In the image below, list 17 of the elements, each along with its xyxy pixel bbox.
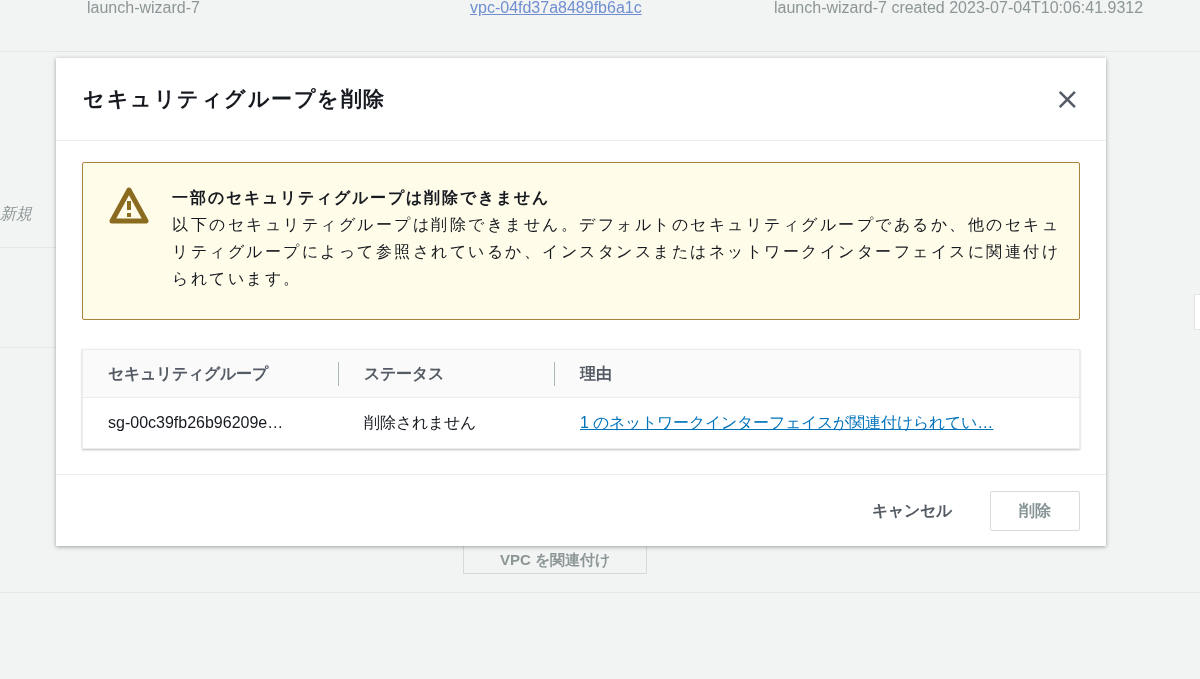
associate-vpc-button[interactable]: VPC を関連付け <box>463 546 647 574</box>
table-cell-text: launch-wizard-7 created 2023-07-04T10:06:41.9312 <box>774 0 1144 18</box>
table-cell: 削除されません <box>364 414 476 431</box>
cancel-button[interactable]: キャンセル <box>856 490 968 531</box>
reason-link[interactable]: 1 のネットワークインターフェイスが関連付けられてい… <box>580 414 994 431</box>
column-header: セキュリティグループ <box>108 363 268 384</box>
vpc-link[interactable]: vpc-04fd37a8489fb6a1c <box>470 0 642 20</box>
close-button[interactable]: × <box>1054 84 1080 114</box>
alert-title: 一部のセキュリティグループは削除できません <box>172 188 551 208</box>
warning-icon <box>108 186 150 226</box>
table-cell: sg-00c39fb26b96209e… <box>108 414 284 431</box>
alert-message: 以下のセキュリティグループは削除できません。デフォルトのセキュリティグループであるか、他のセキュリティグループによって参照されているか、インスタンスまたはネットワークインターフェイスに関連付けられています。 <box>172 215 1061 289</box>
column-header: 理由 <box>580 363 612 384</box>
column-header: ステータス <box>364 363 444 384</box>
table-cell-text: launch-wizard-7 <box>87 0 200 18</box>
dialog-title: セキュリティグループを削除 <box>83 86 386 113</box>
side-label: 新規 <box>0 204 32 224</box>
